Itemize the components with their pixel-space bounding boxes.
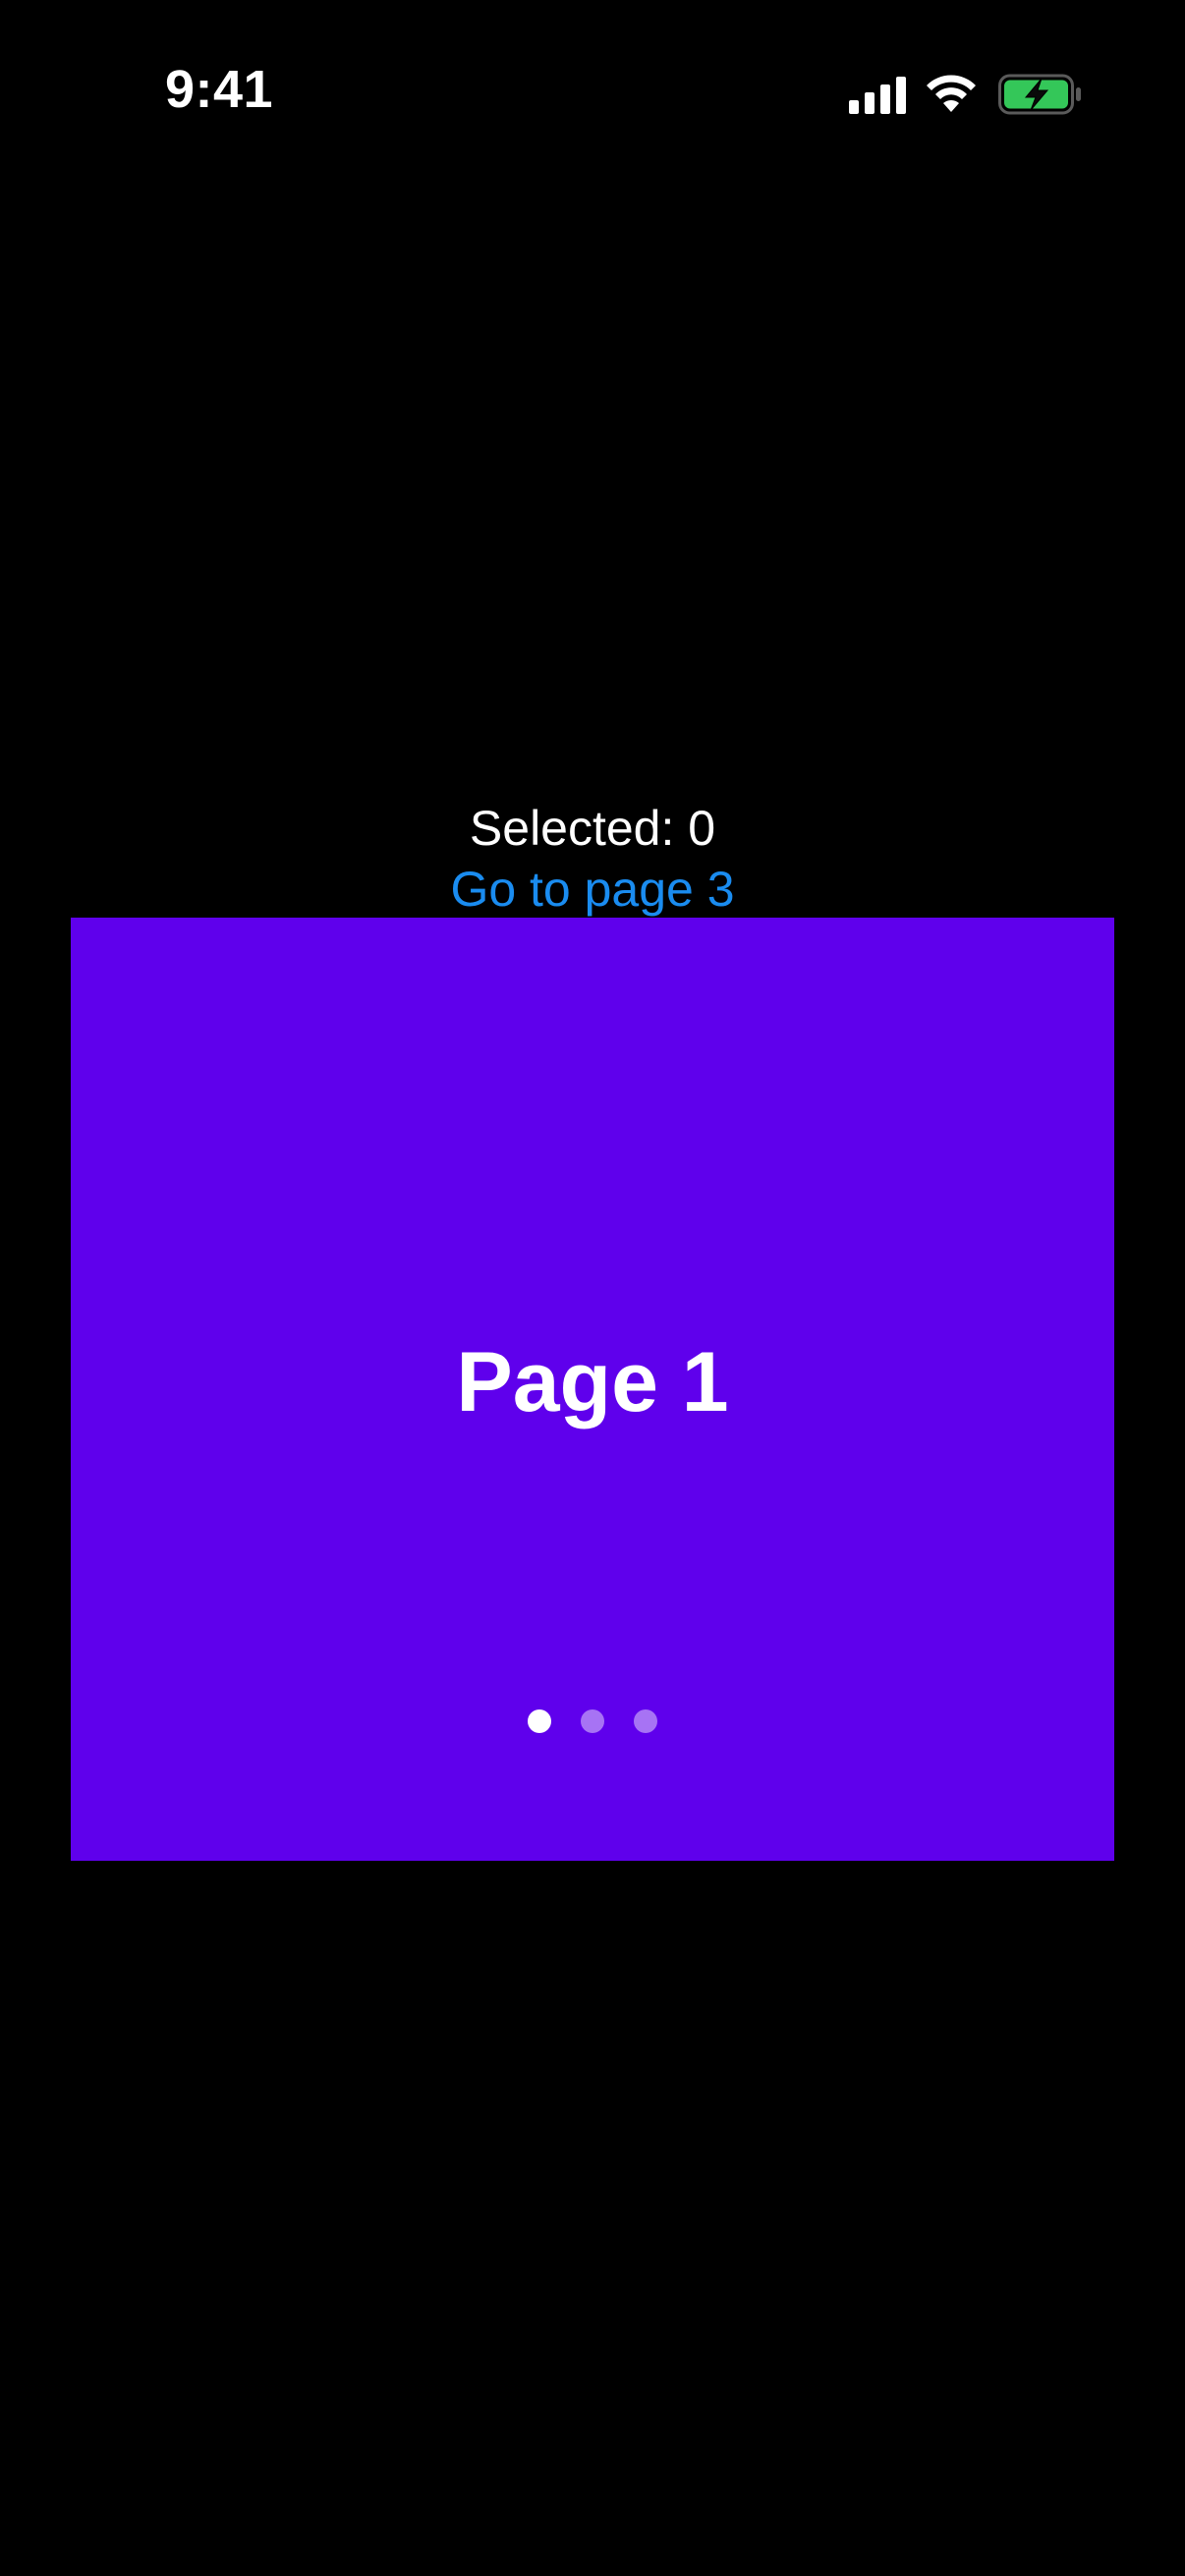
page-dot-1[interactable] [528,1709,551,1733]
page-dot-3[interactable] [634,1709,657,1733]
selected-index-label: Selected: 0 [469,801,716,856]
cellular-signal-icon [849,77,906,114]
page-title: Page 1 [456,1335,729,1429]
page-carousel[interactable]: Page 1 [71,918,1114,1861]
page-indicator[interactable] [71,1709,1114,1733]
go-to-page-3-button[interactable]: Go to page 3 [0,857,1185,922]
wifi-icon [927,75,976,112]
status-time: 9:41 [165,60,274,119]
page-dot-2[interactable] [581,1709,604,1733]
status-bar: 9:41 [0,0,1185,196]
battery-charging-icon [998,74,1081,115]
